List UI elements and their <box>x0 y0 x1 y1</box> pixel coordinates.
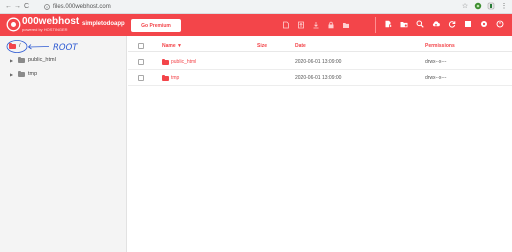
column-size[interactable]: Size <box>257 43 267 49</box>
action-toolbar <box>384 19 504 28</box>
table-header: Name ▼ Size Date Permissions <box>128 40 512 52</box>
file-toolbar <box>282 20 350 29</box>
extension-icon[interactable] <box>474 2 482 10</box>
file-date: 2020-06-01 13:09:00 <box>295 59 342 65</box>
back-button[interactable]: ← <box>4 1 13 13</box>
file-list: Name ▼ Size Date Permissions public_html… <box>128 36 512 252</box>
settings-icon[interactable] <box>480 19 488 28</box>
app-header: 000webhost powered by HOSTINGER simpleto… <box>0 14 512 36</box>
column-name[interactable]: Name ▼ <box>162 43 182 49</box>
tree-item-tmp[interactable]: ▶ tmp <box>10 70 38 77</box>
bookmark-star-icon[interactable]: ☆ <box>461 2 469 10</box>
search-icon[interactable] <box>416 19 424 28</box>
brand-name: 000webhost <box>22 16 80 27</box>
folder-icon[interactable] <box>342 20 350 29</box>
info-icon[interactable] <box>44 4 50 10</box>
site-name: simpletodoapp <box>82 21 125 27</box>
row-checkbox[interactable] <box>138 59 144 65</box>
new-file-icon[interactable] <box>282 20 290 29</box>
annotation-text: ROOT <box>53 43 78 53</box>
root-annotation: ROOT <box>6 40 78 53</box>
exit-icon[interactable] <box>496 19 504 28</box>
tree-item-label: tmp <box>28 71 38 77</box>
table-row[interactable]: tmp 2020-06-01 13:09:00 drwx--x--- <box>128 70 512 86</box>
column-permissions[interactable]: Permissions <box>425 43 455 49</box>
file-name[interactable]: tmp <box>162 74 179 81</box>
file-permissions: drwx--x--- <box>425 75 447 81</box>
toolbar-divider <box>375 17 376 33</box>
reload-button[interactable]: C <box>22 1 31 13</box>
folder-icon <box>18 70 25 77</box>
new-folder-icon[interactable] <box>384 19 392 28</box>
url-text: files.000webhost.com <box>53 4 111 10</box>
folder-icon <box>18 56 25 63</box>
refresh-icon[interactable] <box>448 19 456 28</box>
file-name[interactable]: public_html <box>162 58 196 65</box>
file-name-text[interactable]: tmp <box>171 75 179 81</box>
file-date: 2020-06-01 13:09:00 <box>295 75 342 81</box>
forward-button[interactable]: → <box>13 1 22 13</box>
upload-cloud-icon[interactable] <box>432 19 440 28</box>
upload-file-icon[interactable] <box>297 20 305 29</box>
folder-icon <box>162 58 169 65</box>
lock-icon[interactable] <box>327 20 335 29</box>
tree-item-label: public_html <box>28 57 56 63</box>
chevron-right-icon[interactable]: ▶ <box>10 57 15 63</box>
grid-icon[interactable] <box>464 19 472 28</box>
go-premium-button[interactable]: Go Premium <box>131 19 181 32</box>
table-row[interactable]: public_html 2020-06-01 13:09:00 drwx--x-… <box>128 54 512 70</box>
chevron-right-icon[interactable]: ▶ <box>10 71 15 77</box>
address-bar[interactable]: files.000webhost.com <box>44 2 464 12</box>
folder-tree: / ▶ public_html ▶ tmp ROOT <box>0 36 127 252</box>
file-name-text[interactable]: public_html <box>171 59 196 65</box>
select-all-checkbox[interactable] <box>138 43 144 49</box>
download-icon[interactable] <box>312 20 320 29</box>
move-icon[interactable] <box>400 19 408 28</box>
brand-subtitle: powered by HOSTINGER <box>22 27 68 32</box>
column-date[interactable]: Date <box>295 43 306 49</box>
folder-icon <box>162 74 169 81</box>
file-permissions: drwx--x--- <box>425 59 447 65</box>
row-checkbox[interactable] <box>138 75 144 81</box>
tree-item-public-html[interactable]: ▶ public_html <box>10 56 56 63</box>
browser-toolbar: ← → C files.000webhost.com ☆ ⋮ <box>0 0 512 14</box>
logo-icon <box>6 17 21 32</box>
brand[interactable]: 000webhost powered by HOSTINGER <box>22 16 79 32</box>
extension-icon-2[interactable] <box>487 2 495 10</box>
browser-menu-icon[interactable]: ⋮ <box>500 2 508 10</box>
